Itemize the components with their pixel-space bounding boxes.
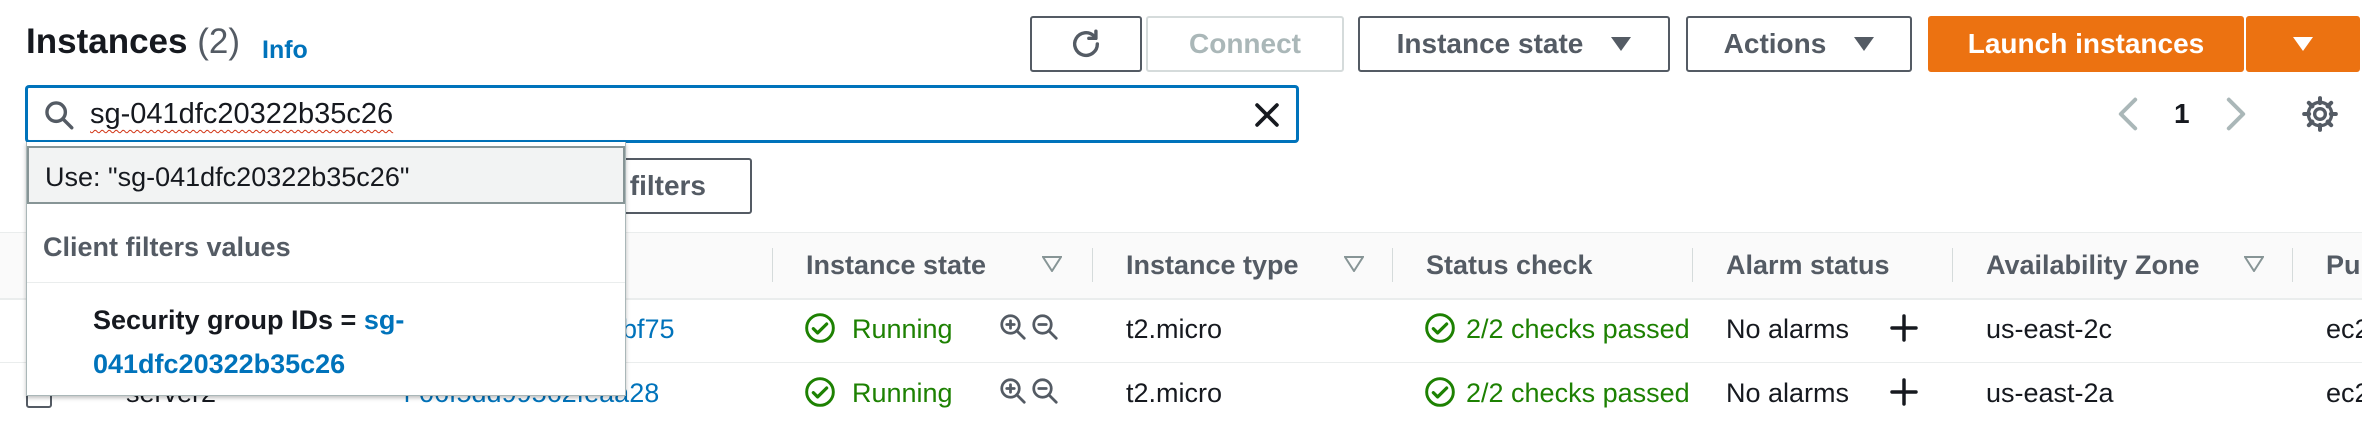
next-page-icon[interactable] (2222, 96, 2250, 132)
use-search-text-option[interactable]: Use: "sg-041dfc20322b35c26" (27, 146, 625, 204)
column-separator (1092, 248, 1093, 282)
search-suggestions-dropdown: Use: "sg-041dfc20322b35c26" Client filte… (26, 142, 626, 396)
caret-down-icon (1611, 37, 1632, 51)
instance-state-label: Instance state (1396, 28, 1584, 59)
search-field[interactable]: sg-041dfc20322b35c26 (26, 86, 1298, 142)
info-link[interactable]: Info (262, 36, 308, 65)
column-separator (772, 248, 773, 282)
column-header-public[interactable]: Pu (2326, 250, 2361, 281)
launch-options-button[interactable] (2246, 16, 2360, 72)
availability-zone-value: us-east-2c (1986, 314, 2113, 344)
public-dns-value: ec2 (2326, 314, 2362, 344)
instance-id-link[interactable]: bf75 (622, 314, 675, 345)
column-header-instance-state[interactable]: Instance state (806, 250, 986, 281)
add-alarm-icon[interactable] (1888, 376, 1920, 408)
launch-instances-button[interactable]: Launch instances (1928, 16, 2244, 72)
connect-button[interactable]: Connect (1146, 16, 1344, 72)
sort-icon[interactable] (1042, 256, 1062, 272)
instance-state-button[interactable]: Instance state (1358, 16, 1670, 72)
use-search-text-label: Use: "sg-041dfc20322b35c26" (45, 162, 410, 192)
page-number[interactable]: 1 (2174, 98, 2190, 130)
zoom-out-icon[interactable] (1030, 312, 1060, 342)
column-header-availability-zone[interactable]: Availability Zone (1986, 250, 2200, 281)
checks-passed-icon (1425, 377, 1455, 407)
sort-icon[interactable] (1344, 256, 1364, 272)
actions-label: Actions (1723, 28, 1827, 59)
running-status-icon (805, 313, 835, 343)
sort-icon[interactable] (2244, 256, 2264, 272)
alarm-status-value: No alarms (1726, 378, 1850, 408)
previous-page-icon[interactable] (2114, 96, 2142, 132)
page-title-text: Instances (26, 22, 188, 61)
caret-down-icon (1854, 37, 1875, 51)
alarm-status-value: No alarms (1726, 314, 1850, 344)
column-header-alarm-status[interactable]: Alarm status (1726, 250, 1890, 281)
column-separator (2292, 248, 2293, 282)
filter-property-label: Security group IDs = (93, 305, 357, 335)
running-status-icon (805, 377, 835, 407)
column-separator (1692, 248, 1693, 282)
page-title: Instances (2) (26, 22, 240, 62)
instance-state-value: Running (852, 314, 953, 344)
column-separator (1392, 248, 1393, 282)
gear-icon[interactable] (2300, 94, 2340, 134)
instance-type-value: t2.micro (1126, 314, 1223, 344)
suggestion-divider (27, 282, 625, 283)
refresh-icon (1072, 29, 1100, 57)
checks-passed-icon (1425, 313, 1455, 343)
instance-count: (2) (197, 22, 240, 61)
instance-state-value: Running (852, 378, 953, 408)
status-check-value[interactable]: 2/2 checks passed (1466, 314, 1690, 345)
search-icon (45, 101, 74, 130)
suggestion-group-label: Client filters values (43, 232, 291, 262)
zoom-in-icon[interactable] (998, 376, 1028, 406)
caret-down-icon (2293, 37, 2313, 51)
instance-type-value: t2.micro (1126, 378, 1223, 408)
clear-icon[interactable] (1250, 98, 1284, 132)
zoom-in-icon[interactable] (998, 312, 1028, 342)
availability-zone-value: us-east-2a (1986, 378, 2114, 408)
public-dns-value: ec2 (2326, 378, 2362, 408)
column-header-status-check[interactable]: Status check (1426, 250, 1593, 281)
add-alarm-icon[interactable] (1888, 312, 1920, 344)
actions-button[interactable]: Actions (1686, 16, 1912, 72)
zoom-out-icon[interactable] (1030, 376, 1060, 406)
refresh-button[interactable] (1030, 16, 1142, 72)
column-header-instance-type[interactable]: Instance type (1126, 250, 1299, 281)
ec2-instances-page: Instances (2) Info Connect Instance stat… (0, 0, 2362, 424)
status-check-value[interactable]: 2/2 checks passed (1466, 378, 1690, 409)
security-group-filter-option[interactable]: Security group IDs = sg-041dfc20322b35c2… (93, 298, 613, 386)
column-separator (1952, 248, 1953, 282)
search-input[interactable]: sg-041dfc20322b35c26 (90, 98, 393, 131)
